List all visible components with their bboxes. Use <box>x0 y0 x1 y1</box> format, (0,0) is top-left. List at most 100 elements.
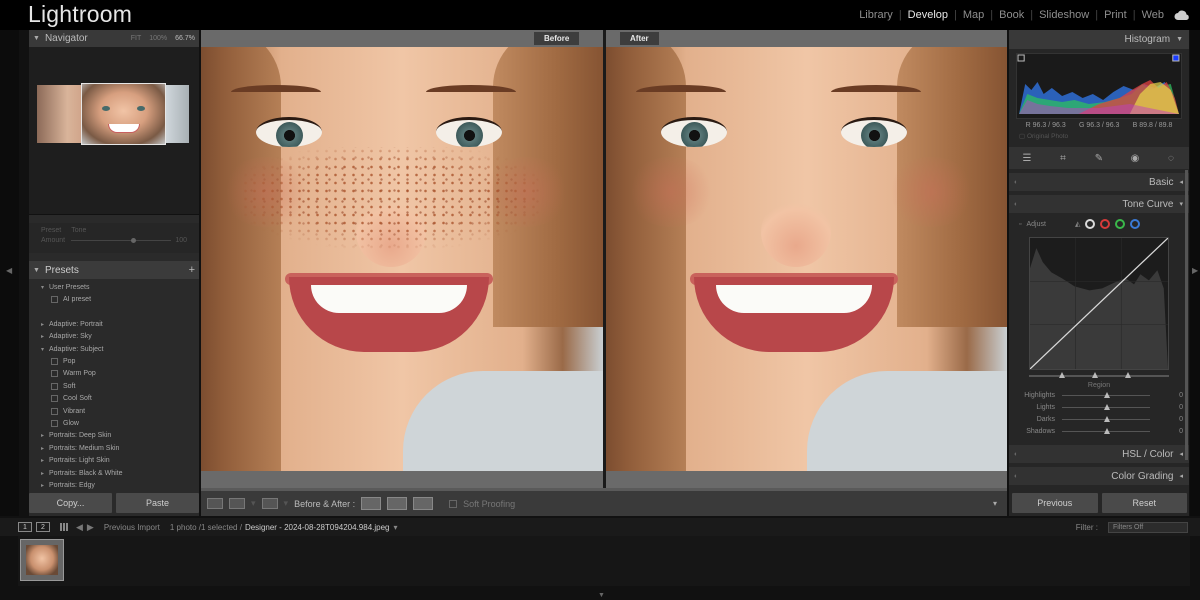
visibility-icon[interactable]: ◐ <box>1014 201 1018 208</box>
soft-proofing-checkbox[interactable] <box>449 499 458 508</box>
right-panel-collapse[interactable]: ▶ <box>1190 30 1200 516</box>
color-grading-section[interactable]: ◐ Color Grading ◂ <box>1009 467 1189 485</box>
region-slider[interactable] <box>1062 391 1150 398</box>
preset-item[interactable]: ▾ Adaptive: Subject <box>29 343 199 355</box>
loupe-view-icon[interactable] <box>207 498 223 509</box>
preset-item[interactable]: Soft <box>29 380 199 392</box>
before-image[interactable] <box>201 47 603 471</box>
amount-knob[interactable] <box>131 238 137 243</box>
grid-view-icon[interactable] <box>60 523 68 531</box>
swap-before-after-icon[interactable] <box>413 497 434 510</box>
mask-icon[interactable]: ◌ <box>1164 153 1178 164</box>
visibility-icon[interactable]: ◐ <box>1014 473 1018 480</box>
region-slider-value[interactable]: 0 <box>1179 428 1183 435</box>
filename[interactable]: Designer - 2024-08-28T094204.984.jpeg <box>245 523 390 532</box>
redeye-icon[interactable]: ◉ <box>1128 153 1142 164</box>
preset-item[interactable]: Cool Soft <box>29 393 199 405</box>
expand-triangle-icon[interactable]: ◂ <box>1179 450 1183 458</box>
collapse-triangle-icon[interactable]: ▼ <box>1176 36 1183 43</box>
preset-item[interactable]: ▸ Portraits: Light Skin <box>29 454 199 466</box>
tone-curve-section[interactable]: ◐ Tone Curve ▾ <box>1009 195 1189 213</box>
amount-slider[interactable] <box>71 238 172 243</box>
right-panel-scrollbar[interactable] <box>1185 170 1188 460</box>
cloud-sync-icon[interactable] <box>1174 9 1190 21</box>
paste-button[interactable]: Paste <box>116 493 199 513</box>
left-panel-collapse[interactable]: ◀ <box>0 30 19 516</box>
preset-item[interactable]: ▸ Portraits: Edgy <box>29 479 199 491</box>
filename-dropdown-icon[interactable]: ▾ <box>393 523 397 532</box>
folder-toggle-icon[interactable]: ▸ <box>41 321 49 328</box>
folder-toggle-icon[interactable]: ▸ <box>41 457 49 464</box>
region-slider[interactable] <box>1062 415 1150 422</box>
expand-triangle-icon[interactable]: ◂ <box>1179 178 1183 186</box>
tone-curve-target-icon[interactable]: ▫ <box>1019 221 1021 228</box>
toolbar-dropdown-icon[interactable]: ▾ <box>284 498 289 509</box>
zoom-100[interactable]: 100% <box>149 35 167 42</box>
split-knob[interactable] <box>1125 372 1131 378</box>
folder-toggle-icon[interactable]: ▸ <box>41 432 49 439</box>
preset-item[interactable]: Glow <box>29 417 199 429</box>
visibility-icon[interactable]: ◐ <box>1014 179 1018 186</box>
module-library[interactable]: Library <box>859 9 893 21</box>
toolbar-options-dropdown[interactable]: ▾ <box>993 499 997 508</box>
split-knob[interactable] <box>1059 372 1065 378</box>
yy-view-icon[interactable] <box>261 498 278 509</box>
region-slider-knob[interactable] <box>1104 427 1110 434</box>
previous-button[interactable]: Previous <box>1012 493 1098 513</box>
parametric-curve-icon[interactable]: ◭ <box>1075 220 1080 228</box>
before-after-view-icon[interactable] <box>229 498 245 509</box>
back-arrow-icon[interactable]: ◀ <box>76 522 83 533</box>
curve-channel-blue[interactable] <box>1130 219 1141 229</box>
hsl-section[interactable]: ◐ HSL / Color ◂ <box>1009 445 1189 463</box>
collapse-right-icon[interactable]: ▶ <box>1192 266 1198 275</box>
folder-toggle-icon[interactable]: ▸ <box>41 445 49 452</box>
histogram[interactable] <box>1016 53 1182 119</box>
preset-item[interactable]: Warm Pop <box>29 368 199 380</box>
region-slider[interactable] <box>1062 427 1150 434</box>
basic-section[interactable]: ◐ Basic ◂ <box>1009 173 1189 191</box>
region-slider-knob[interactable] <box>1104 403 1110 410</box>
sliders-icon[interactable]: ☰ <box>1020 153 1034 164</box>
expand-triangle-icon[interactable]: ◂ <box>1179 472 1183 480</box>
forward-arrow-icon[interactable]: ▶ <box>87 522 94 533</box>
region-slider[interactable] <box>1062 403 1150 410</box>
preset-item[interactable]: ▸ Adaptive: Portrait <box>29 318 199 330</box>
filter-select[interactable]: Filters Off <box>1108 521 1188 533</box>
filmstrip-collapse-icon[interactable]: ▼ <box>598 592 605 599</box>
reset-button[interactable]: Reset <box>1101 493 1187 513</box>
region-slider-value[interactable]: 0 <box>1179 416 1183 423</box>
collapse-triangle-icon[interactable]: ▼ <box>33 267 40 274</box>
region-slider-knob[interactable] <box>1104 391 1110 398</box>
copy-after-to-before-icon[interactable] <box>387 497 408 510</box>
folder-toggle-icon[interactable]: ▸ <box>41 482 49 489</box>
page-1-button[interactable]: 1 <box>18 522 32 532</box>
presets-header[interactable]: ▼ Presets + <box>29 261 199 279</box>
tone-curve-graph[interactable] <box>1029 237 1169 370</box>
preset-item[interactable]: ▸ Portraits: Black & White <box>29 467 199 479</box>
split-knob[interactable] <box>1092 372 1098 378</box>
collapse-triangle-icon[interactable]: ▾ <box>1179 200 1183 208</box>
folder-toggle-icon[interactable]: ▾ <box>41 346 49 353</box>
collapse-triangle-icon[interactable]: ▼ <box>33 35 40 42</box>
original-photo-label[interactable]: ▢ Original Photo <box>1019 132 1179 140</box>
module-map[interactable]: Map <box>963 9 984 21</box>
crop-icon[interactable]: ⌗ <box>1056 153 1070 164</box>
preset-item[interactable]: ▸ Adaptive: Sky <box>29 331 199 343</box>
module-slideshow[interactable]: Slideshow <box>1039 9 1089 21</box>
preset-item[interactable]: ▸ Portraits: Deep Skin <box>29 430 199 442</box>
brush-icon[interactable]: ✎ <box>1092 153 1106 164</box>
source-label[interactable]: Previous Import <box>104 523 160 532</box>
filmstrip-thumbnail[interactable] <box>20 539 64 581</box>
curve-split-track[interactable] <box>1029 372 1169 378</box>
region-slider-knob[interactable] <box>1104 415 1110 422</box>
module-print[interactable]: Print <box>1104 9 1127 21</box>
preset-item[interactable] <box>29 306 199 318</box>
curve-channel-red[interactable] <box>1100 219 1111 229</box>
preset-item[interactable]: ▾ User Presets <box>29 281 199 293</box>
region-slider-value[interactable]: 0 <box>1179 404 1183 411</box>
folder-toggle-icon[interactable]: ▸ <box>41 470 49 477</box>
navigator-view-frame[interactable] <box>81 83 166 145</box>
collapse-left-icon[interactable]: ◀ <box>6 266 12 275</box>
preset-item[interactable]: AI preset <box>29 293 199 305</box>
region-slider-value[interactable]: 0 <box>1179 392 1183 399</box>
